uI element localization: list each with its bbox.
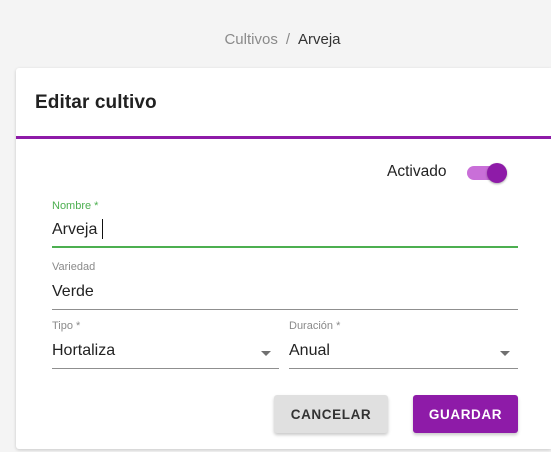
breadcrumb-parent-link[interactable]: Cultivos	[224, 31, 277, 48]
card-title: Editar cultivo	[35, 92, 157, 113]
cancel-button[interactable]: CANCELAR	[274, 395, 388, 433]
variedad-label: Variedad	[52, 261, 96, 273]
variedad-input[interactable]: Verde	[52, 283, 94, 301]
save-button[interactable]: GUARDAR	[413, 395, 518, 433]
duracion-label: Duración *	[289, 320, 341, 332]
active-toggle-label: Activado	[387, 163, 447, 180]
variedad-underline	[52, 309, 518, 310]
duracion-underline	[289, 368, 518, 369]
breadcrumb: Cultivos / Arveja	[0, 31, 551, 48]
tipo-underline	[52, 368, 279, 369]
chevron-down-icon[interactable]	[500, 351, 510, 356]
edit-card	[16, 68, 551, 449]
breadcrumb-separator: /	[285, 31, 290, 48]
nombre-input[interactable]: Arveja	[52, 221, 97, 239]
chevron-down-icon[interactable]	[261, 351, 271, 356]
nombre-label: Nombre *	[52, 200, 99, 212]
duracion-select[interactable]: Anual	[289, 342, 330, 360]
tipo-label: Tipo *	[52, 320, 81, 332]
active-toggle[interactable]	[467, 163, 507, 183]
breadcrumb-current: Arveja	[298, 31, 341, 48]
text-cursor	[102, 219, 103, 239]
nombre-underline	[52, 246, 518, 248]
toggle-knob[interactable]	[487, 163, 507, 183]
tipo-select[interactable]: Hortaliza	[52, 342, 115, 360]
card-accent-divider	[16, 136, 551, 139]
